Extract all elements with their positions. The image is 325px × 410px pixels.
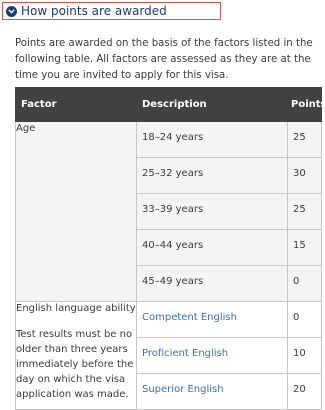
link-superior-english[interactable]: Superior English <box>142 384 224 395</box>
english-test-note: Test results must be no older than three… <box>16 329 134 400</box>
english-points: 0 <box>287 301 322 338</box>
age-description: 40–44 years <box>136 229 288 266</box>
english-description: Proficient English <box>136 337 288 374</box>
age-description: 18–24 years <box>136 121 288 158</box>
accordion-toggle-how-points-awarded[interactable]: How points are awarded <box>2 2 221 20</box>
table-row: English language ability Test results mu… <box>15 301 322 410</box>
factor-english: English language ability Test results mu… <box>15 301 137 410</box>
header-points: Points <box>287 87 325 122</box>
chevron-down-circle-icon <box>6 5 17 17</box>
table-header-row: Factor Description Points <box>15 87 325 122</box>
age-points: 25 <box>287 193 322 230</box>
age-points: 25 <box>287 121 322 158</box>
link-competent-english[interactable]: Competent English <box>142 312 237 323</box>
factor-english-label: English language ability <box>16 303 136 314</box>
header-factor: Factor <box>15 87 137 122</box>
age-points: 30 <box>287 157 322 194</box>
header-description: Description <box>136 87 288 122</box>
age-points: 15 <box>287 229 322 266</box>
link-proficient-english[interactable]: Proficient English <box>142 348 228 359</box>
age-description: 45–49 years <box>136 265 288 302</box>
english-description: Competent English <box>136 301 288 338</box>
accordion-title: How points are awarded <box>21 4 167 18</box>
age-points: 0 <box>287 265 322 302</box>
english-points: 20 <box>287 373 322 410</box>
age-description: 33–39 years <box>136 193 288 230</box>
points-table: Factor Description Points Age 18–24 year… <box>15 87 325 410</box>
age-description: 25–32 years <box>136 157 288 194</box>
table-row: Age 18–24 years 25 <box>15 121 322 302</box>
english-description: Superior English <box>136 373 288 410</box>
english-points: 10 <box>287 337 322 374</box>
factor-age: Age <box>15 121 137 302</box>
intro-paragraph: Points are awarded on the basis of the f… <box>15 38 313 81</box>
